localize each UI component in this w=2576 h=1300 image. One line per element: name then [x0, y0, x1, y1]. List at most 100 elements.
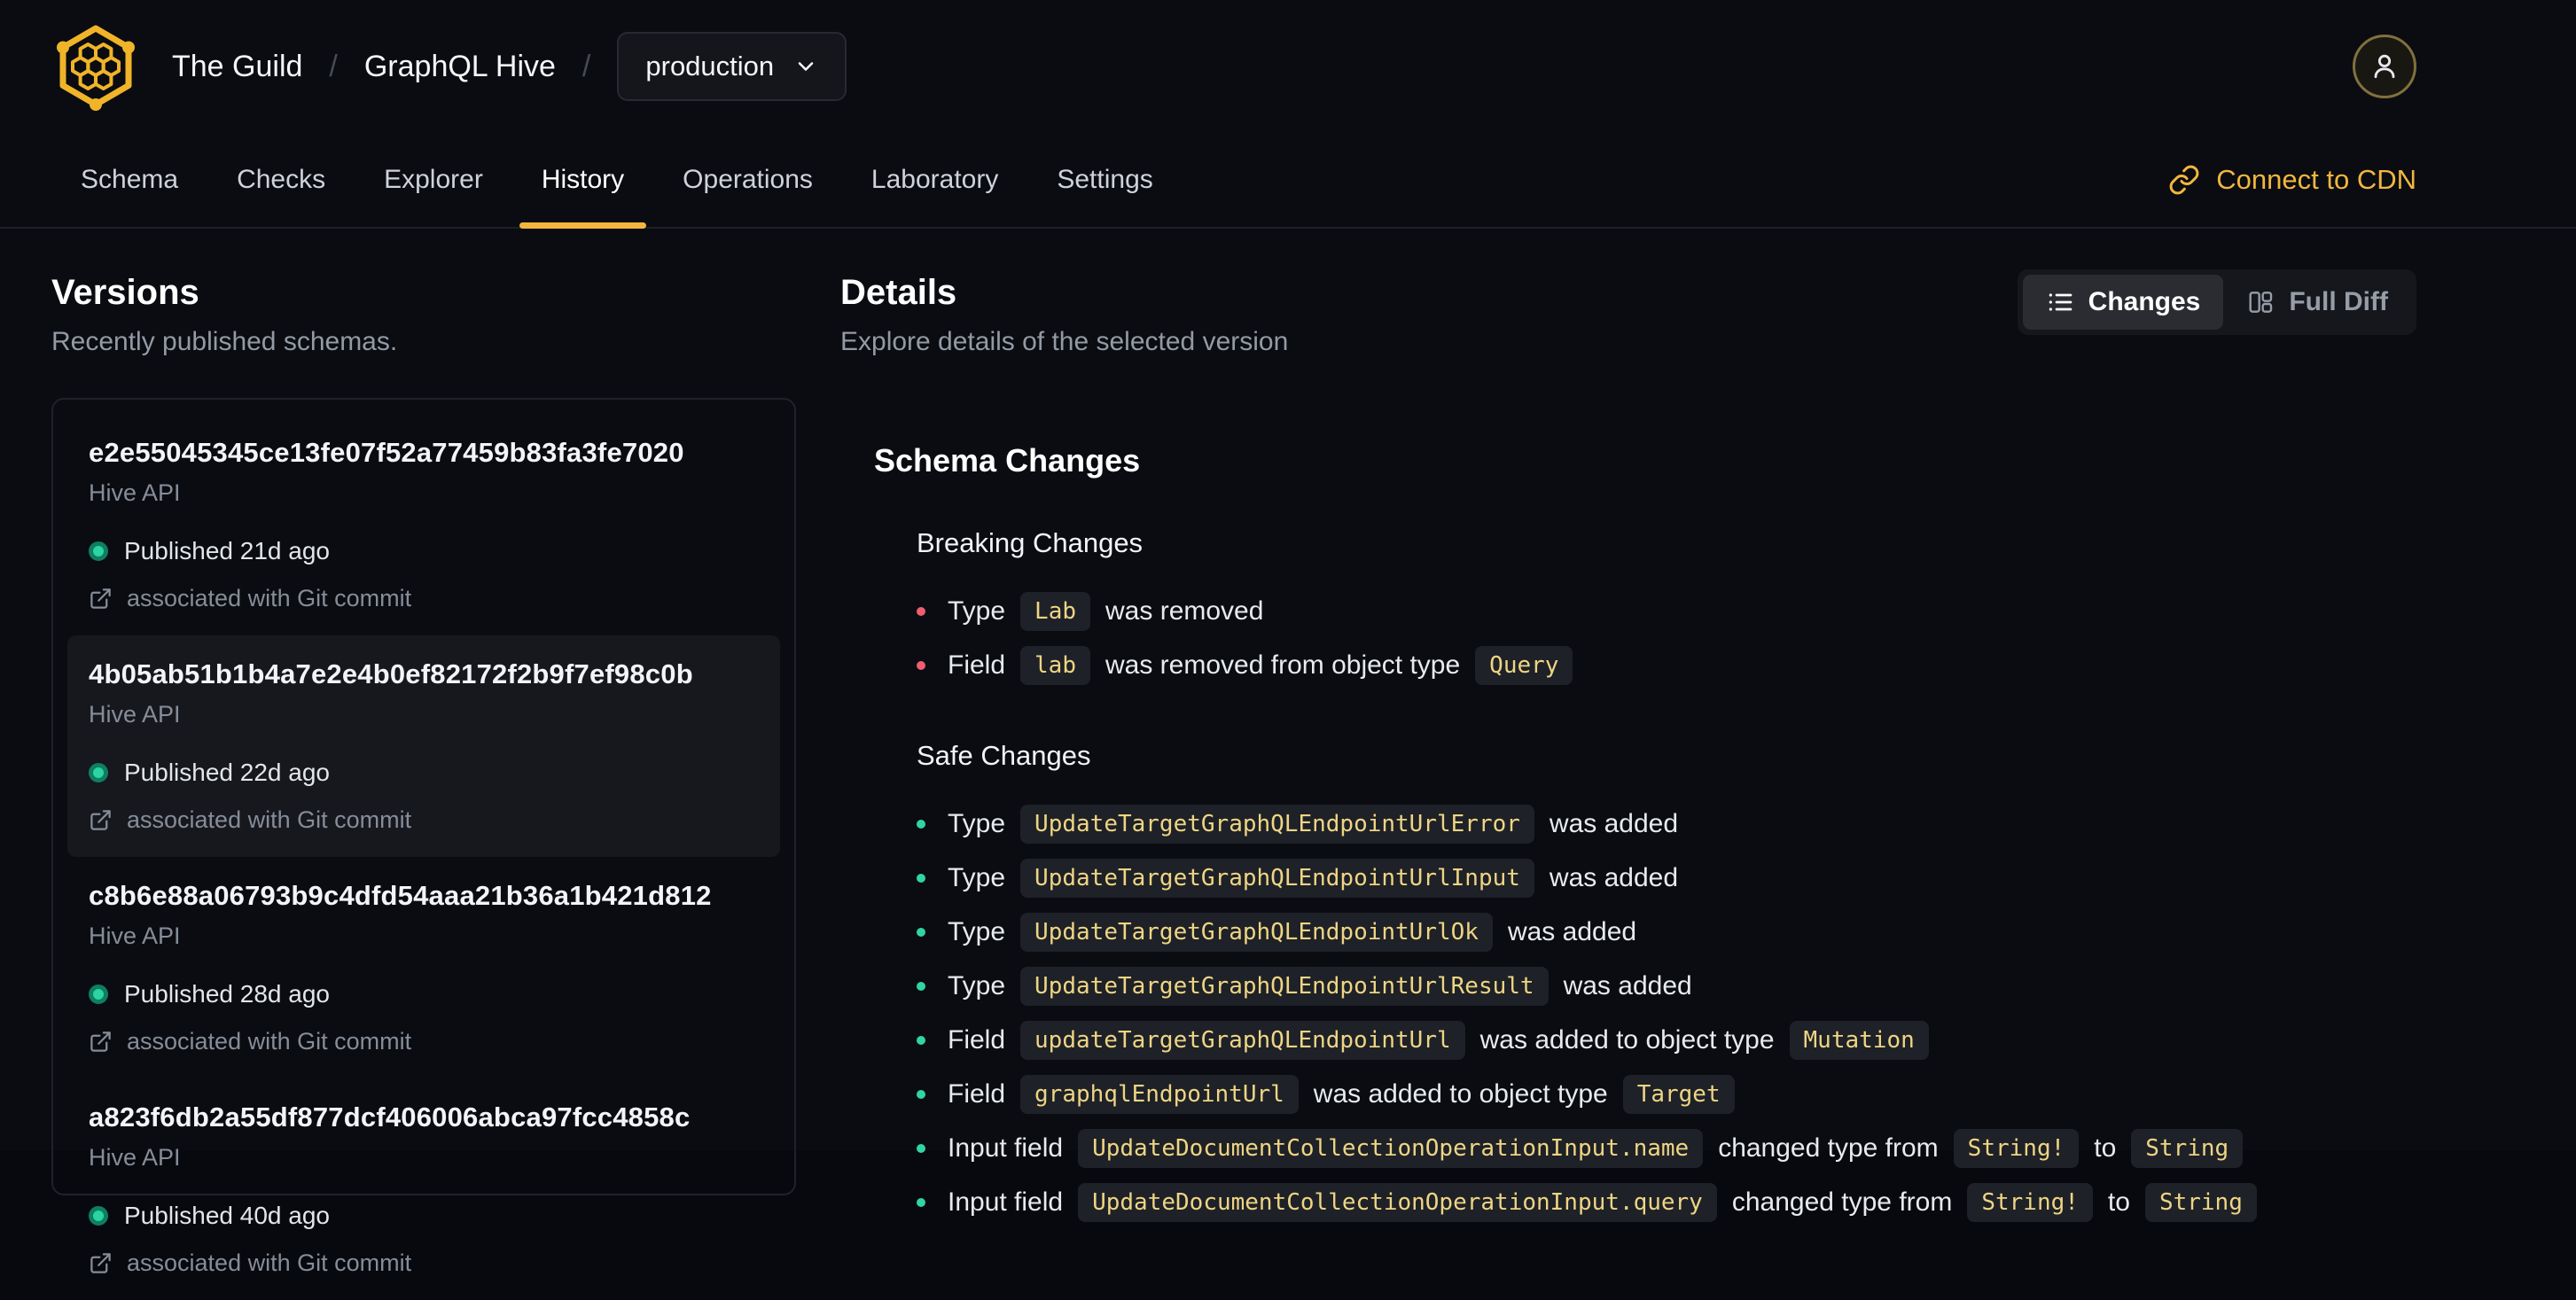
- tab-laboratory[interactable]: Laboratory: [842, 133, 1027, 227]
- external-link-icon: [90, 810, 111, 830]
- change-text: Type: [948, 862, 1006, 892]
- breaking-changes-list: Type Lab was removed Field lab was remove…: [917, 584, 2416, 692]
- hive-logo[interactable]: [51, 22, 140, 111]
- code-chip: UpdateTargetGraphQLEndpointUrlInput: [1020, 858, 1534, 898]
- tab-history[interactable]: History: [512, 133, 653, 229]
- bullet-dot: [917, 1197, 925, 1207]
- change-text: was added: [1563, 970, 1692, 1000]
- chevron-down-icon: [798, 62, 814, 71]
- main-navigation: Schema Checks Explorer History Operation…: [0, 133, 2576, 229]
- tab-schema[interactable]: Schema: [51, 133, 207, 227]
- published-status-dot: [89, 541, 108, 561]
- change-text: Field: [948, 650, 1006, 680]
- breadcrumb-project[interactable]: GraphQL Hive: [364, 50, 556, 84]
- code-chip: lab: [1020, 645, 1090, 685]
- change-text: changed type from: [1718, 1133, 1939, 1163]
- version-card[interactable]: a823f6db2a55df877dcf406006abca97fcc4858c…: [67, 1078, 780, 1300]
- code-chip: Target: [1622, 1074, 1735, 1114]
- safe-changes-list: Type UpdateTargetGraphQLEndpointUrlError…: [917, 797, 2416, 1229]
- published-status-label: Published 22d ago: [124, 759, 330, 786]
- change-text: changed type from: [1731, 1187, 1953, 1217]
- safe-change-item: Type UpdateTargetGraphQLEndpointUrlInput…: [917, 851, 2416, 905]
- bullet-dot: [917, 981, 925, 991]
- changes-view-button[interactable]: Changes: [2022, 275, 2224, 330]
- published-status-label: Published 28d ago: [124, 980, 330, 1008]
- details-panel: Details Explore details of the selected …: [840, 229, 2416, 1229]
- git-commit-link[interactable]: associated with Git commit: [89, 1028, 759, 1055]
- bullet-dot: [917, 1089, 925, 1099]
- connect-to-cdn-button[interactable]: Connect to CDN: [2168, 133, 2416, 227]
- target-environment-select[interactable]: production: [617, 32, 847, 101]
- change-text: Type: [948, 808, 1006, 838]
- change-text: Field: [948, 1024, 1006, 1055]
- code-chip: UpdateDocumentCollectionOperationInput.q…: [1078, 1182, 1717, 1222]
- versions-title: Versions: [51, 273, 199, 312]
- safe-change-item: Type UpdateTargetGraphQLEndpointUrlError…: [917, 797, 2416, 851]
- git-commit-label: associated with Git commit: [127, 806, 412, 833]
- code-chip: Query: [1475, 645, 1573, 685]
- change-text: to: [2094, 1133, 2117, 1163]
- breadcrumb: The Guild / GraphQL Hive / production: [172, 32, 847, 101]
- safe-change-item: Type UpdateTargetGraphQLEndpointUrlResul…: [917, 959, 2416, 1013]
- tab-label: Checks: [237, 165, 326, 194]
- safe-change-item: Field graphqlEndpointUrl was added to ob…: [917, 1067, 2416, 1121]
- published-status-dot: [89, 985, 108, 1004]
- full-diff-view-button[interactable]: Full Diff: [2223, 275, 2411, 330]
- tab-label: Operations: [683, 165, 813, 194]
- version-hash: e2e55045345ce13fe07f52a77459b83fa3fe7020: [89, 437, 684, 468]
- tab-label: Schema: [81, 165, 179, 194]
- breadcrumb-org[interactable]: The Guild: [172, 50, 302, 84]
- graphql-hive-app: The Guild / GraphQL Hive / production Sc…: [0, 0, 2576, 1276]
- schema-changes-section: Schema Changes Breaking Changes Type Lab…: [874, 442, 2416, 1229]
- tab-explorer[interactable]: Explorer: [355, 133, 512, 227]
- link-icon: [2169, 165, 2199, 195]
- version-published-status: Published 28d ago: [89, 980, 759, 1008]
- tab-label: History: [541, 165, 625, 194]
- breaking-changes-title: Breaking Changes: [917, 527, 1144, 558]
- version-card[interactable]: e2e55045345ce13fe07f52a77459b83fa3fe7020…: [67, 414, 780, 635]
- code-chip: updateTargetGraphQLEndpointUrl: [1020, 1020, 1465, 1060]
- change-text: was removed from object type: [1105, 650, 1461, 680]
- code-chip: String!: [1967, 1182, 2093, 1222]
- details-title: Details: [840, 273, 957, 312]
- safe-change-item: Field updateTargetGraphQLEndpointUrl was…: [917, 1013, 2416, 1067]
- bullet-dot: [917, 1035, 925, 1045]
- tab-checks[interactable]: Checks: [207, 133, 355, 227]
- external-link-icon: [90, 588, 111, 609]
- git-commit-link[interactable]: associated with Git commit: [89, 806, 759, 834]
- version-published-status: Published 40d ago: [89, 1202, 759, 1230]
- bullet-dot: [917, 606, 925, 616]
- git-commit-label: associated with Git commit: [127, 585, 412, 611]
- tab-label: Laboratory: [870, 165, 999, 194]
- tab-settings[interactable]: Settings: [1027, 133, 1182, 227]
- version-service-name: Hive API: [89, 1144, 181, 1171]
- change-text: Input field: [948, 1133, 1064, 1163]
- version-card[interactable]: 4b05ab51b1b4a7e2e4b0ef82172f2b9f7ef98c0b…: [67, 635, 780, 857]
- code-chip: graphqlEndpointUrl: [1020, 1074, 1299, 1114]
- code-chip: UpdateTargetGraphQLEndpointUrlResult: [1020, 966, 1549, 1006]
- code-chip: String: [2131, 1128, 2244, 1168]
- tab-label: Explorer: [384, 165, 483, 194]
- change-text: Field: [948, 1078, 1006, 1109]
- list-icon: [2049, 293, 2072, 311]
- user-avatar-button[interactable]: [2353, 35, 2416, 98]
- git-commit-link[interactable]: associated with Git commit: [89, 585, 759, 612]
- app-header: The Guild / GraphQL Hive / production: [0, 0, 2576, 133]
- tab-operations[interactable]: Operations: [653, 133, 842, 227]
- nav-tabs: Schema Checks Explorer History Operation…: [51, 133, 1183, 229]
- version-service-name: Hive API: [89, 479, 181, 506]
- version-card[interactable]: c8b6e88a06793b9c4dfd54aaa21b36a1b421d812…: [67, 857, 780, 1078]
- git-commit-link[interactable]: associated with Git commit: [89, 1249, 759, 1277]
- change-text: was added to object type: [1479, 1024, 1775, 1055]
- breadcrumb-separator: /: [582, 49, 591, 83]
- change-text: to: [2107, 1187, 2130, 1217]
- code-chip: UpdateDocumentCollectionOperationInput.n…: [1078, 1128, 1704, 1168]
- details-subtitle: Explore details of the selected version: [840, 327, 1289, 356]
- code-chip: UpdateTargetGraphQLEndpointUrlOk: [1020, 912, 1493, 952]
- versions-panel: Versions Recently published schemas. e2e…: [51, 229, 796, 1276]
- git-commit-label: associated with Git commit: [127, 1028, 412, 1055]
- version-hash: c8b6e88a06793b9c4dfd54aaa21b36a1b421d812: [89, 880, 712, 911]
- bullet-dot: [917, 819, 925, 829]
- breaking-change-item: Field lab was removed from object type Q…: [917, 638, 2416, 692]
- bullet-dot: [917, 873, 925, 883]
